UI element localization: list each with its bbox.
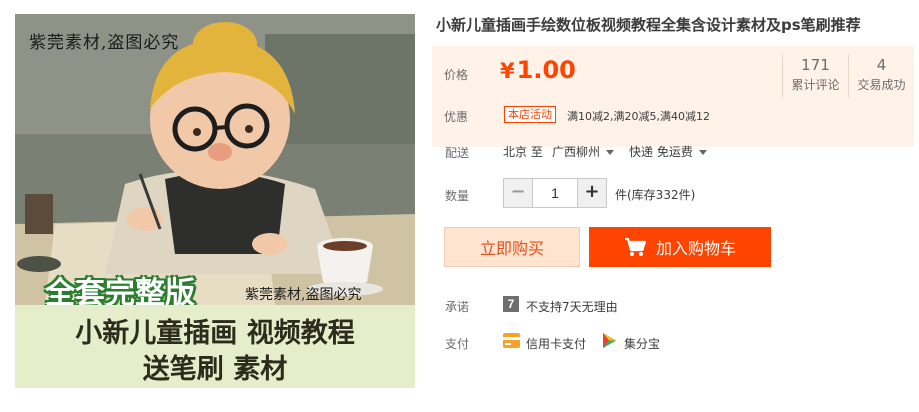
product-title: 小新儿童插画手绘数位板视频教程全集含设计素材及ps笔刷推荐 — [436, 16, 861, 34]
price-label: 价格 — [444, 68, 469, 82]
add-to-cart-label: 加入购物车 — [655, 239, 736, 258]
quantity-label: 数量 — [445, 189, 470, 203]
destination-value: 广西柳州 — [552, 145, 601, 159]
trade-stats: 171 累计评论 4 交易成功 — [782, 54, 914, 98]
currency-symbol: ¥ — [500, 59, 515, 83]
jifenbao-icon — [603, 333, 616, 348]
increase-button[interactable]: + — [578, 179, 606, 207]
quantity-input[interactable] — [532, 179, 578, 207]
buy-now-button[interactable]: 立即购买 — [444, 227, 580, 267]
price-panel: 价格 ¥1.00 171 累计评论 4 交易成功 优惠 本店活动 满10减2,满… — [432, 46, 914, 147]
shipping-label: 配送 — [445, 146, 470, 160]
destination-select[interactable]: 广西柳州 — [552, 143, 615, 160]
banner-line1: 小新儿童插画 视频教程 — [75, 318, 355, 349]
credit-card-icon — [503, 333, 520, 348]
ship-from: 北京 至 — [503, 145, 543, 159]
stock-text: 件(库存332件) — [615, 188, 696, 202]
watermark-top: 紫莞素材,盗图必究 — [29, 33, 180, 53]
jifenbao-payment[interactable]: 集分宝 — [624, 335, 660, 352]
price-value: ¥1.00 — [500, 56, 576, 84]
shipping-method-select[interactable]: 快递 免运费 — [629, 143, 707, 160]
image-banner: 小新儿童插画 视频教程 送笔刷 素材 — [15, 305, 415, 388]
promise-text[interactable]: 不支持7天无理由 — [526, 298, 618, 315]
store-promo-tag: 本店活动 — [504, 106, 556, 123]
product-image[interactable]: 紫莞素材,盗图必究 全套完整版 紫莞素材,盗图必究 小新儿童插画 视频教程 送笔… — [15, 14, 415, 388]
decrease-button[interactable]: − — [504, 179, 532, 207]
deal-count: 4 — [876, 56, 887, 74]
chevron-down-icon — [698, 150, 707, 155]
no-7day-return-icon: 7 — [503, 296, 519, 312]
price-amount: 1.00 — [516, 56, 576, 84]
promo-label: 优惠 — [444, 110, 469, 124]
illustration-girl-drawing — [15, 14, 415, 305]
review-label: 累计评论 — [791, 78, 840, 92]
promise-label: 承诺 — [445, 300, 470, 314]
watermark-bottom: 紫莞素材,盗图必究 — [245, 287, 362, 303]
promo-text: 满10减2,满20减5,满40减12 — [567, 110, 710, 123]
deal-label: 交易成功 — [857, 78, 906, 92]
banner-line2: 送笔刷 素材 — [142, 354, 288, 385]
quantity-stepper: − + — [503, 178, 607, 208]
stat-reviews[interactable]: 171 累计评论 — [782, 54, 848, 98]
review-count: 171 — [801, 56, 830, 74]
credit-card-payment[interactable]: 信用卡支付 — [526, 335, 586, 352]
add-to-cart-button[interactable]: 加入购物车 — [589, 227, 771, 267]
shipping-method-value: 快递 免运费 — [629, 145, 693, 159]
cart-icon — [624, 237, 646, 256]
stat-deals[interactable]: 4 交易成功 — [848, 54, 914, 98]
payment-label: 支付 — [445, 337, 470, 351]
chevron-down-icon — [606, 150, 615, 155]
promo-row: 优惠 本店活动 满10减2,满20减5,满40减12 — [432, 104, 914, 140]
